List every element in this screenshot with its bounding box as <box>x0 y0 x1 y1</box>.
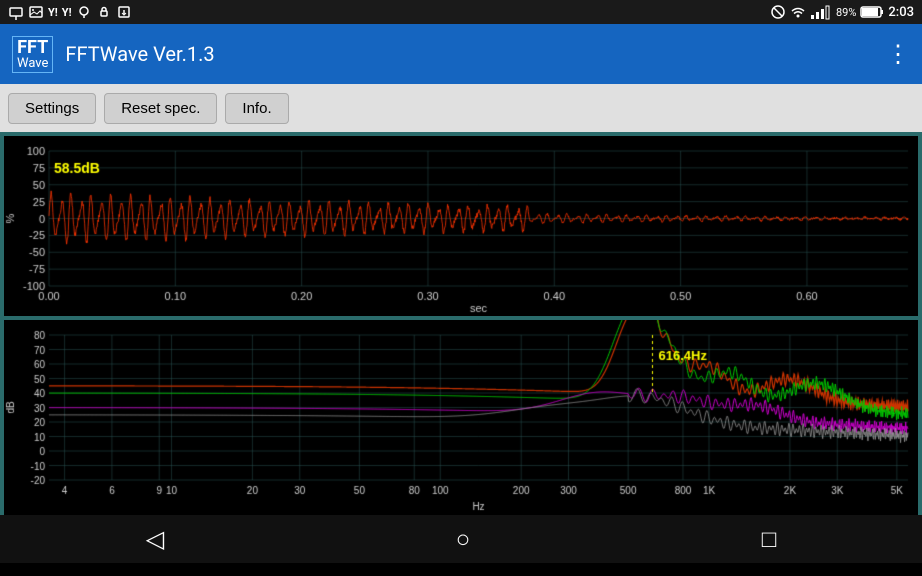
app-bar: FFT Wave FFTWave Ver.1.3 ⋮ <box>0 24 922 84</box>
info-button[interactable]: Info. <box>225 93 288 124</box>
nav-bar: ◁ ○ □ <box>0 515 922 563</box>
reset-spec-button[interactable]: Reset spec. <box>104 93 217 124</box>
back-button[interactable]: ◁ <box>146 525 164 553</box>
status-icon-y1: Y! <box>48 6 58 19</box>
signal-icon <box>810 4 832 20</box>
home-button[interactable]: ○ <box>456 525 471 554</box>
recent-button[interactable]: □ <box>762 525 777 554</box>
app-bar-left: FFT Wave FFTWave Ver.1.3 <box>12 36 215 73</box>
wave-chart <box>4 136 918 316</box>
fft-text: FFT <box>17 39 48 57</box>
battery-text: 89% <box>836 6 856 19</box>
time-display: 2:03 <box>888 5 914 20</box>
status-icon-y2: Y! <box>62 6 72 19</box>
notification-icon <box>76 4 92 20</box>
fft-logo: FFT Wave <box>12 36 53 73</box>
no-sim-icon <box>770 4 786 20</box>
vpn-icon <box>96 4 112 20</box>
toolbar: Settings Reset spec. Info. <box>0 84 922 132</box>
status-bar: Y! Y! 89% 2:03 <box>0 0 922 24</box>
wave-canvas <box>4 136 918 316</box>
menu-button[interactable]: ⋮ <box>886 40 910 68</box>
spectrum-chart <box>4 320 918 515</box>
gallery-icon <box>28 4 44 20</box>
charts-area <box>0 132 922 515</box>
app-title: FFTWave Ver.1.3 <box>65 42 214 66</box>
wifi-calling-icon <box>8 4 24 20</box>
status-icons-right: 89% 2:03 <box>770 4 914 20</box>
wave-text: Wave <box>17 57 48 70</box>
wifi-icon <box>790 4 806 20</box>
settings-button[interactable]: Settings <box>8 93 96 124</box>
battery-icon <box>860 5 884 19</box>
status-icons-left: Y! Y! <box>8 4 132 20</box>
download-icon <box>116 4 132 20</box>
spectrum-canvas <box>4 320 918 515</box>
